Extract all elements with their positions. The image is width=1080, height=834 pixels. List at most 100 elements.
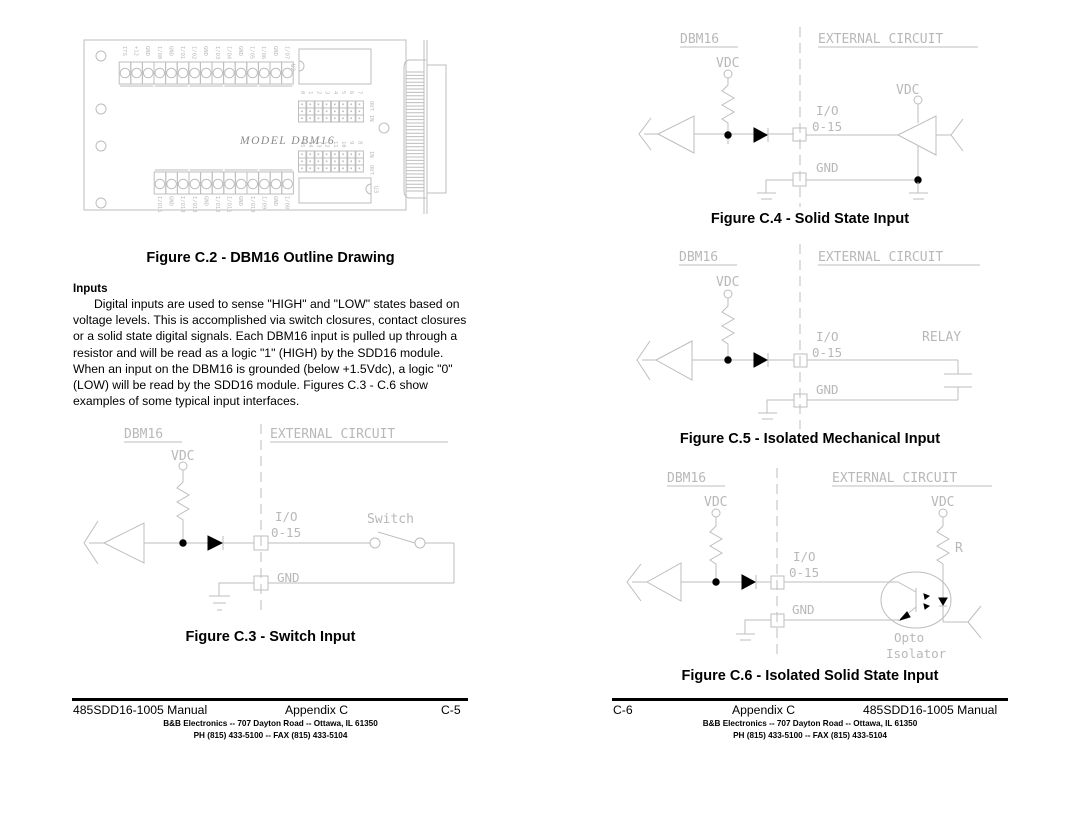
- terminal-screw: [165, 171, 178, 195]
- vdc-label: VDC: [716, 275, 739, 290]
- switch-contact: [369, 537, 381, 549]
- junction-dot: [724, 356, 732, 364]
- figure-c5-caption: Figure C.5 - Isolated Mechanical Input: [679, 431, 941, 447]
- diode-icon: [753, 352, 769, 368]
- terminal-label: I/O10: [249, 196, 255, 213]
- jumper-number: 1: [307, 91, 313, 94]
- terminal-label: +12: [133, 46, 139, 56]
- resistor-label: R: [955, 541, 963, 556]
- jumper-number: 0: [299, 91, 305, 94]
- external-circuit-title: EXTERNAL CIRCUIT: [270, 427, 395, 442]
- switch-label: Switch: [367, 512, 414, 527]
- jumper-number: 9: [348, 141, 354, 144]
- terminal-label: GND: [237, 46, 243, 56]
- footer-rule: [612, 698, 1008, 701]
- bottom-terminal-labels: I/O15 GND I/O14 I/O13 GND I/O12 I/O11 GND I/O10 I…: [156, 196, 290, 213]
- terminal-screw: [269, 171, 283, 195]
- jumper-number: 7: [356, 91, 362, 94]
- terminal-screw: [223, 171, 236, 195]
- terminal-screw: [257, 61, 271, 85]
- buffer-triangle: [656, 115, 695, 154]
- figure-c5-isolated-mechanical-input-diagram: DBM16 EXTERNAL CIRCUIT VDC I/O 0-15 RELA…: [636, 244, 980, 429]
- jumper-number: 2: [315, 91, 321, 94]
- pullup-resistor: [709, 517, 723, 580]
- mount-hole: [95, 103, 107, 115]
- io-label: I/O: [275, 509, 298, 524]
- terminal-label: I/O8: [284, 196, 290, 209]
- dbm16-title: DBM16: [680, 32, 719, 47]
- gnd-label: GND: [816, 382, 839, 397]
- external-resistor: [936, 517, 950, 576]
- jumper-number: 6: [348, 91, 354, 94]
- jumper-side-label: OUT: [368, 165, 374, 176]
- light-arrow: [923, 593, 931, 600]
- gnd-label: GND: [792, 602, 815, 617]
- terminal-screw: [258, 171, 271, 195]
- inputs-paragraph-text: Digital inputs are used to sense "HIGH" …: [73, 297, 467, 409]
- terminal-screw: [234, 61, 248, 85]
- top-terminal-labels: ITS +12 GND I/O0 GND I/O1 I/O2 GND I/O3 I/O4 GND I/…: [121, 46, 289, 60]
- terminal-label: I/O3: [214, 46, 220, 59]
- terminal-label: GND: [144, 46, 150, 56]
- led-icon: [938, 597, 948, 607]
- jumper-number: 3: [324, 91, 330, 94]
- terminal-label: GND: [272, 196, 278, 206]
- external-circuit-title: EXTERNAL CIRCUIT: [818, 32, 943, 47]
- mount-hole: [95, 197, 107, 209]
- terminal-label: I/O4: [225, 46, 231, 60]
- pullup-resistor: [176, 470, 190, 543]
- terminal-screw: [200, 171, 213, 195]
- figure-c3-caption: Figure C.3 - Switch Input: [185, 629, 356, 645]
- jumper-number: 10: [340, 141, 346, 148]
- terminal-screw: [199, 61, 213, 85]
- terminal-label: I/O11: [226, 196, 232, 213]
- terminal-screw: [234, 171, 248, 195]
- junction-dot: [712, 578, 720, 586]
- figure-c6-isolated-solid-state-input-diagram: DBM16 EXTERNAL CIRCUIT VDC I/O 0-15 VDC …: [626, 468, 992, 661]
- buffer-triangle: [102, 522, 145, 564]
- footer-page-number: C-6: [613, 703, 633, 717]
- jumper-number: 8: [356, 141, 362, 144]
- gnd-label: GND: [816, 160, 839, 175]
- terminal-label: I/O15: [156, 196, 162, 213]
- chip-u2-label: U2: [289, 64, 296, 72]
- terminal-label: I/O5: [249, 46, 255, 59]
- chip-u3: [298, 177, 372, 204]
- external-circuit-title: EXTERNAL CIRCUIT: [818, 250, 943, 265]
- figure-c6-caption: Figure C.6 - Isolated Solid State Input: [681, 668, 939, 684]
- mount-hole: [378, 122, 390, 134]
- dbm16-title: DBM16: [667, 471, 706, 486]
- terminal-screw: [269, 61, 283, 85]
- terminal-screw: [118, 61, 132, 85]
- terminal-label: I/O6: [260, 46, 266, 59]
- terminal-label: GND: [272, 46, 278, 56]
- chip-u3-label: U3: [372, 186, 379, 194]
- terminal-screw: [188, 61, 201, 85]
- terminal-label: I/O9: [260, 196, 266, 209]
- db-connector: [403, 40, 447, 214]
- terminal-label: GND: [237, 196, 243, 206]
- figure-c4-caption: Figure C.4 - Solid State Input: [710, 211, 910, 227]
- board-outline: [83, 39, 407, 211]
- jumper-number: 4: [332, 91, 338, 95]
- io-label: I/O: [816, 103, 839, 118]
- external-driver-triangle: [896, 115, 937, 156]
- terminal-screw: [281, 171, 294, 195]
- board-model-label: MODEL DBM16: [239, 135, 335, 147]
- terminal-screw: [211, 61, 225, 85]
- figure-c3-switch-input-diagram: DBM16 EXTERNAL CIRCUIT VDC I/O 0-15 Swit…: [83, 424, 455, 612]
- opto-label-line1: Opto: [894, 630, 924, 645]
- bottom-terminal-block: [153, 169, 294, 195]
- buffer-triangle: [645, 562, 682, 602]
- figure-c4-solid-state-input-diagram: DBM16 EXTERNAL CIRCUIT VDC I/O 0-15 VDC …: [638, 27, 978, 207]
- terminal-label: I/O1: [179, 46, 185, 59]
- footer-company-address: B&B Electronics -- 707 Dayton Road -- Ot…: [163, 719, 378, 728]
- terminal-label: I/O13: [191, 196, 197, 213]
- terminal-label: I/O2: [191, 46, 197, 59]
- dbm16-title: DBM16: [124, 427, 163, 442]
- dbm16-title: DBM16: [679, 250, 718, 265]
- switch-contact: [414, 537, 426, 549]
- jumper-side-label: OUT: [368, 101, 374, 112]
- terminal-screw: [176, 61, 190, 85]
- terminal-screw: [246, 171, 260, 195]
